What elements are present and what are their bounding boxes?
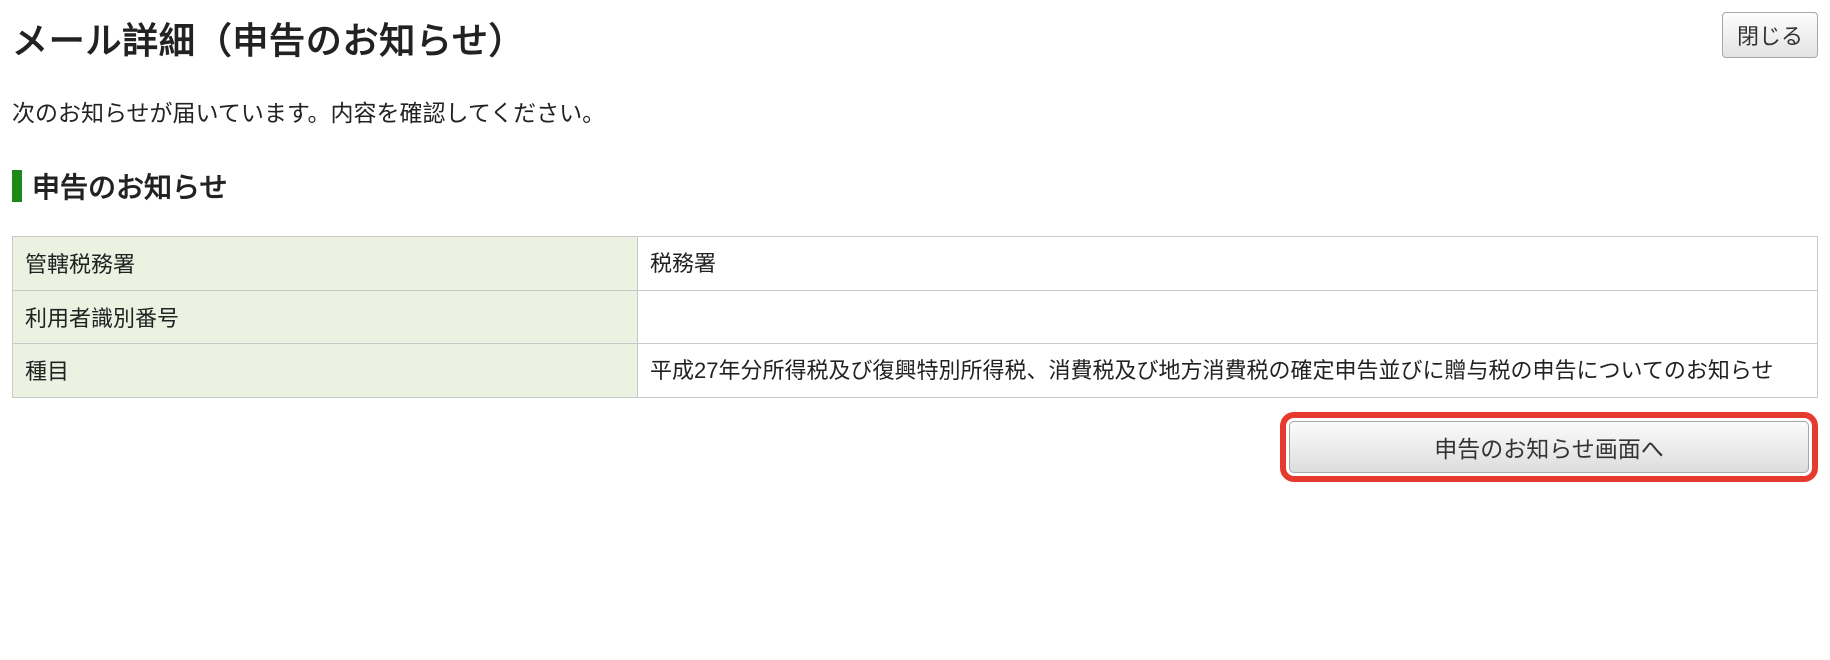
value-jurisdiction-office: 税務署 (638, 237, 1818, 291)
value-category: 平成27年分所得税及び復興特別所得税、消費税及び地方消費税の確定申告並びに贈与税… (638, 344, 1818, 398)
label-category: 種目 (13, 344, 638, 398)
value-user-id-number (638, 291, 1818, 344)
label-user-id-number: 利用者識別番号 (13, 291, 638, 344)
table-row: 利用者識別番号 (13, 291, 1818, 344)
section-accent-bar (12, 170, 22, 202)
page-title: メール詳細（申告のお知らせ） (12, 12, 525, 64)
header-row: メール詳細（申告のお知らせ） 閉じる (12, 12, 1818, 64)
details-table: 管轄税務署 税務署 利用者識別番号 種目 平成27年分所得税及び復興特別所得税、… (12, 236, 1818, 398)
label-jurisdiction-office: 管轄税務署 (13, 237, 638, 291)
action-row: 申告のお知らせ画面へ (12, 412, 1818, 482)
close-button[interactable]: 閉じる (1722, 12, 1818, 58)
section-title-text: 申告のお知らせ (32, 166, 227, 206)
goto-notice-screen-button[interactable]: 申告のお知らせ画面へ (1289, 421, 1809, 473)
section-heading: 申告のお知らせ (12, 166, 1818, 206)
table-row: 種目 平成27年分所得税及び復興特別所得税、消費税及び地方消費税の確定申告並びに… (13, 344, 1818, 398)
table-row: 管轄税務署 税務署 (13, 237, 1818, 291)
intro-text: 次のお知らせが届いています。内容を確認してください。 (12, 94, 1818, 128)
emphasis-outline: 申告のお知らせ画面へ (1280, 412, 1818, 482)
